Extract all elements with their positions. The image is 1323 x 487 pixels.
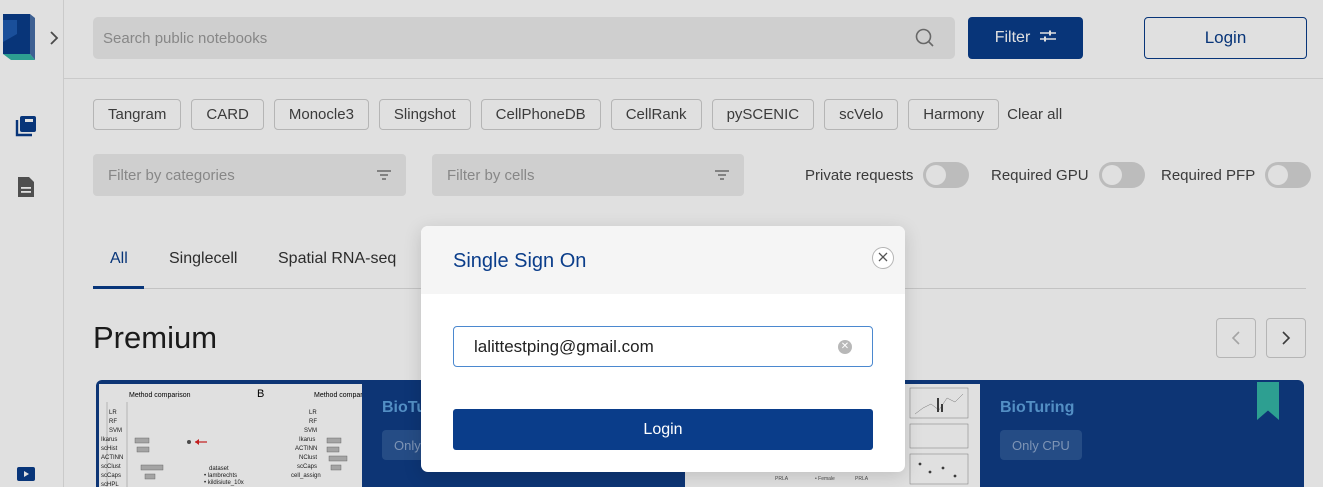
sso-login-button[interactable]: Login — [453, 409, 873, 450]
modal-title: Single Sign On — [453, 250, 587, 272]
close-button[interactable] — [872, 247, 894, 269]
email-input[interactable] — [474, 336, 838, 357]
email-field[interactable]: ✕ — [453, 326, 873, 367]
sso-modal: Single Sign On ✕ Login — [421, 226, 905, 472]
close-icon — [878, 249, 888, 267]
modal-header: Single Sign On — [421, 226, 905, 294]
clear-input-icon[interactable]: ✕ — [838, 339, 852, 354]
